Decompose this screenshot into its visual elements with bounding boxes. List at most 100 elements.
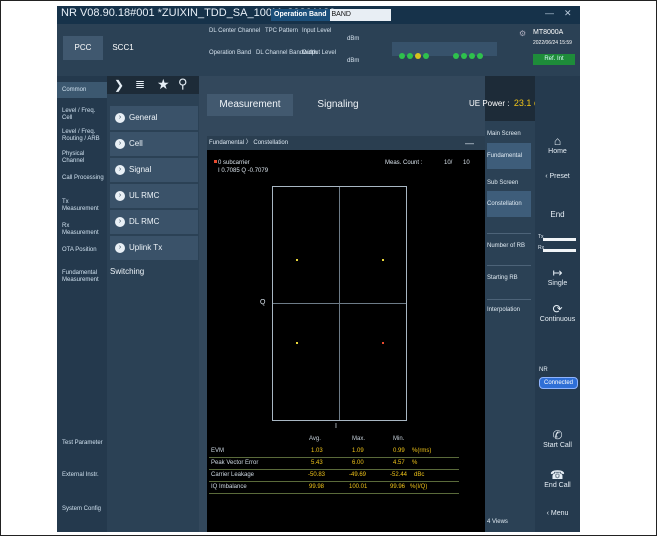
collapse-icon[interactable]: — xyxy=(465,136,474,150)
starting-rb-field[interactable]: Starting RB xyxy=(487,275,531,282)
status-led-icon xyxy=(398,46,430,64)
constellation-point xyxy=(382,259,384,261)
meas-count-total: 10 xyxy=(463,160,470,166)
gear-icon[interactable]: ⚙ xyxy=(519,29,526,38)
end-call-label: End Call xyxy=(544,482,571,489)
nav-item-call-processing[interactable]: Call Processing xyxy=(62,175,106,182)
q-axis-line xyxy=(339,187,340,420)
menu-item-cell[interactable]: › Cell xyxy=(110,132,198,156)
row-label: IQ Imbalance xyxy=(211,484,247,490)
marker-icon xyxy=(214,160,217,163)
row-label: Peak Vector Error xyxy=(211,460,259,466)
list-icon[interactable]: ≣ xyxy=(135,77,145,91)
rx-level-bar xyxy=(543,249,576,252)
constellation-panel: Fundamental 〉 Constellation — 0 subcarri… xyxy=(207,136,485,532)
row-unit: dBc xyxy=(414,472,425,478)
end-call-button[interactable]: ☎ End Call xyxy=(537,468,578,489)
number-of-rb-field[interactable]: Number of RB xyxy=(487,243,531,250)
views-button[interactable]: 4 Views xyxy=(487,519,531,526)
table-row: Peak Vector Error 5.43 6.00 4.57 % xyxy=(209,459,459,470)
table-row: IQ Imbalance 99.98 100.01 99.96 %(I/Q) xyxy=(209,483,459,494)
nav-item-fundamental-measurement[interactable]: Fundamental Measurement xyxy=(62,270,106,284)
input-level-label: Input Level xyxy=(302,28,332,34)
row-label: Carrier Leakage xyxy=(211,472,255,478)
row-min: -52.44 xyxy=(390,472,408,478)
home-icon: ⌂ xyxy=(553,134,562,148)
search-icon[interactable]: ⚲ xyxy=(178,76,188,92)
left-navigation: Common Level / Freq. Cell Level / Freq. … xyxy=(57,76,107,532)
connected-status-button[interactable]: Connected xyxy=(539,377,578,389)
fundamental-button[interactable]: Fundamental xyxy=(487,143,531,169)
q-axis-label: Q xyxy=(260,299,266,306)
nav-item-rx-measurement[interactable]: Rx Measurement xyxy=(62,223,106,237)
menu-item-signal[interactable]: › Signal xyxy=(110,158,198,182)
row-max: -49.69 xyxy=(349,472,367,478)
nav-item-physical-channel[interactable]: Physical Channel xyxy=(62,151,106,165)
row-avg: 99.98 xyxy=(309,484,325,490)
chevron-right-icon: › xyxy=(115,138,125,149)
single-button[interactable]: ↦ Single xyxy=(537,266,578,287)
dl-center-channel-label: DL Center Channel xyxy=(209,28,261,34)
ref-int-button[interactable]: Ref. Int xyxy=(533,54,575,65)
start-call-button[interactable]: ✆ Start Call xyxy=(537,428,578,449)
divider xyxy=(487,265,531,266)
menu-item-dl-rmc[interactable]: › DL RMC xyxy=(110,210,198,234)
status-led-icon xyxy=(452,46,484,64)
nav-item-level-freq-cell[interactable]: Level / Freq. Cell xyxy=(62,108,106,122)
start-call-label: Start Call xyxy=(543,442,572,449)
nav-item-level-freq-routing[interactable]: Level / Freq. Routing / ARB xyxy=(62,129,106,143)
row-min: 4.57 xyxy=(393,460,405,466)
home-button[interactable]: ⌂ Home xyxy=(537,134,578,155)
divider xyxy=(487,233,531,234)
input-level-unit: dBm xyxy=(347,36,360,42)
preset-button[interactable]: ‹ Preset xyxy=(537,173,578,180)
constellation-point xyxy=(296,259,298,261)
menu-column: › General › Cell › Signal › UL RMC › DL RMC ›… xyxy=(107,94,199,532)
iq-readout: I 0.7085 Q -0.7079 xyxy=(218,168,269,174)
control-column: ⌂ Home ‹ Preset End Tx Rx ↦ Single ⟳ Contin… xyxy=(535,76,580,532)
close-button[interactable]: ✕ xyxy=(564,8,572,19)
nav-item-ota-position[interactable]: OTA Position xyxy=(62,247,106,254)
nav-item-system-config[interactable]: System Config xyxy=(62,506,106,513)
operation-band-indicator[interactable]: Operation Band BAND xyxy=(271,9,391,21)
menu-item-uplink-tx-switching[interactable]: › Uplink Tx Switching xyxy=(110,236,198,276)
chevron-right-icon: › xyxy=(115,164,125,175)
continuous-button[interactable]: ⟳ Continuous xyxy=(537,302,578,323)
menu-button[interactable]: ‹ Menu xyxy=(537,510,578,517)
status-indicator-strip xyxy=(392,42,497,59)
nr-label: NR xyxy=(539,367,548,373)
repeat-icon: ⟳ xyxy=(552,302,563,316)
nav-item-tx-measurement[interactable]: Tx Measurement xyxy=(62,199,106,213)
menu-item-label: DL RMC xyxy=(129,217,160,226)
constellation-point xyxy=(296,342,298,344)
ue-power-label: UE Power : xyxy=(469,99,510,108)
chevron-right-icon: › xyxy=(115,216,125,227)
tab-scc1[interactable]: SCC1 xyxy=(103,36,143,60)
output-level-label: Output Level xyxy=(302,50,337,56)
tab-pcc[interactable]: PCC xyxy=(63,36,103,60)
operation-band-field-label: Operation Band xyxy=(209,50,252,56)
menu-item-general[interactable]: › General xyxy=(110,106,198,130)
end-button[interactable]: End xyxy=(537,210,578,219)
tx-level-bar xyxy=(543,238,576,241)
row-max: 100.01 xyxy=(349,484,368,490)
minimize-button[interactable]: — xyxy=(545,8,554,18)
nav-item-test-parameter[interactable]: Test Parameter xyxy=(62,440,106,447)
breadcrumb-root[interactable]: Fundamental xyxy=(209,140,244,146)
phone-icon: ✆ xyxy=(552,428,563,442)
menu-item-ul-rmc[interactable]: › UL RMC xyxy=(110,184,198,208)
interpolation-field[interactable]: Interpolation xyxy=(487,307,531,314)
output-level-unit: dBm xyxy=(347,58,360,64)
nav-item-common[interactable]: Common xyxy=(57,82,107,98)
breadcrumb-leaf: Constellation xyxy=(253,140,289,146)
nav-item-external-instr[interactable]: External Instr. xyxy=(62,472,106,479)
tab-measurement[interactable]: Measurement xyxy=(207,94,293,116)
star-icon[interactable]: ★ xyxy=(157,76,170,93)
menu-item-label: Signal xyxy=(129,165,152,174)
forward-icon[interactable]: ❯ xyxy=(114,78,124,92)
constellation-button[interactable]: Constellation xyxy=(487,191,531,217)
chevron-right-icon: › xyxy=(115,112,125,123)
parameter-panel: Main Screen Fundamental Sub Screen Const… xyxy=(485,121,535,532)
tab-signaling[interactable]: Signaling xyxy=(295,94,381,116)
row-unit: %(I/Q) xyxy=(410,484,428,490)
